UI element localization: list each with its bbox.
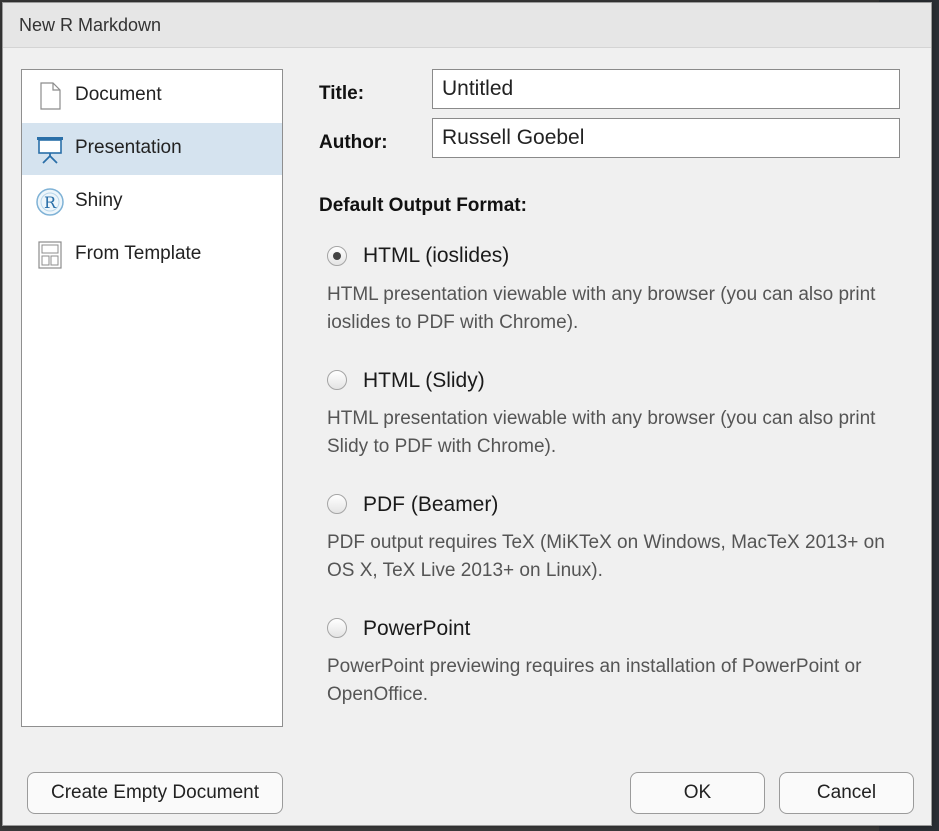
default-output-format-heading: Default Output Format:: [319, 195, 527, 216]
sidebar-item-label: Shiny: [75, 190, 123, 211]
author-label: Author:: [319, 132, 388, 153]
format-description: PDF output requires TeX (MiKTeX on Windo…: [327, 532, 885, 581]
sidebar-item-label: From Template: [75, 243, 202, 264]
format-description: PowerPoint previewing requires an instal…: [327, 656, 862, 705]
document-icon: [35, 81, 65, 111]
powerpoint-radio[interactable]: [327, 618, 347, 638]
template-icon: [35, 240, 65, 270]
create-empty-document-button[interactable]: Create Empty Document: [27, 772, 283, 814]
title-label: Title:: [319, 83, 365, 104]
dialog-title: New R Markdown: [19, 15, 162, 35]
format-description: HTML presentation viewable with any brow…: [327, 408, 876, 457]
ok-button[interactable]: OK: [630, 772, 765, 814]
html-slidy-radio[interactable]: [327, 370, 347, 390]
new-rmarkdown-dialog: New R Markdown Document Presentation R S…: [2, 2, 932, 826]
format-label: HTML (Slidy): [363, 369, 485, 392]
format-label: PDF (Beamer): [363, 493, 499, 516]
sidebar-item-label: Presentation: [75, 137, 182, 158]
cancel-button[interactable]: Cancel: [779, 772, 914, 814]
format-label: HTML (ioslides): [363, 244, 510, 267]
sidebar-item-shiny[interactable]: R Shiny: [22, 176, 282, 228]
shiny-icon: R: [35, 187, 65, 217]
dialog-titlebar: New R Markdown: [3, 3, 931, 48]
sidebar-item-from-template[interactable]: From Template: [22, 229, 282, 281]
format-description: HTML presentation viewable with any brow…: [327, 284, 876, 333]
svg-text:R: R: [44, 193, 57, 212]
author-input[interactable]: [432, 118, 900, 158]
pdf-beamer-radio[interactable]: [327, 494, 347, 514]
sidebar-item-document[interactable]: Document: [22, 70, 282, 122]
sidebar-item-presentation[interactable]: Presentation: [22, 123, 282, 175]
sidebar-item-label: Document: [75, 84, 162, 105]
format-label: PowerPoint: [363, 617, 471, 640]
title-input[interactable]: [432, 69, 900, 109]
document-type-list: Document Presentation R Shiny From Templ…: [21, 69, 283, 727]
presentation-icon: [35, 134, 65, 164]
html-ioslides-radio[interactable]: [327, 246, 347, 266]
